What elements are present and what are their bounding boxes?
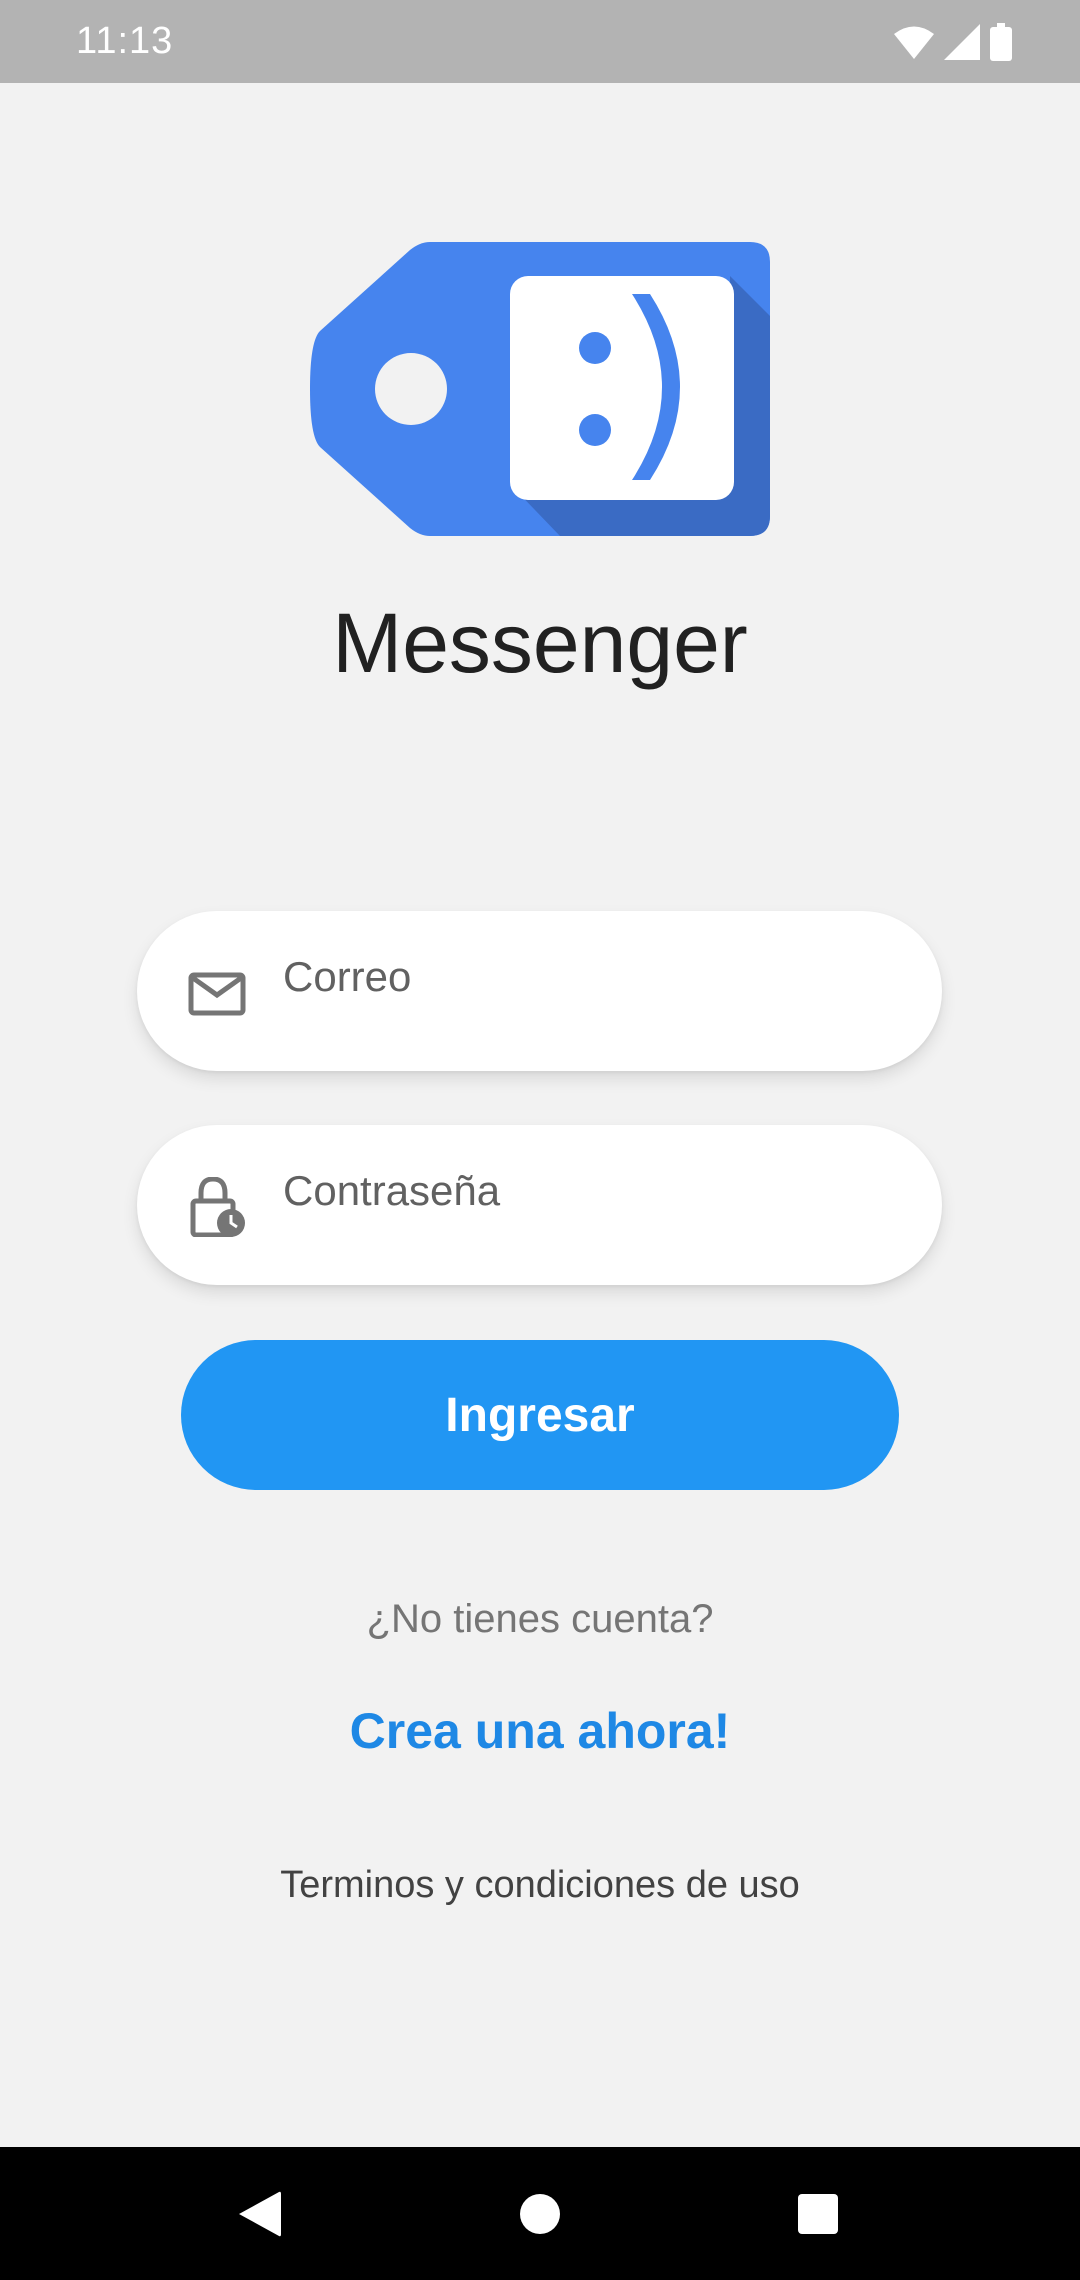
recents-button[interactable] [748, 2147, 888, 2280]
create-account-link[interactable]: Crea una ahora! [0, 1702, 1080, 1760]
password-field[interactable] [137, 1111, 942, 1285]
app-title: Messenger [332, 596, 748, 690]
no-account-text: ¿No tienes cuenta? [366, 1597, 714, 1641]
status-icons [894, 22, 1012, 62]
tag-smiley-logo [310, 242, 770, 536]
home-icon [520, 2193, 560, 2234]
email-input[interactable] [283, 897, 883, 1057]
status-time: 11:13 [76, 20, 174, 62]
recents-icon [798, 2193, 838, 2234]
password-input[interactable] [283, 1111, 883, 1271]
mail-icon [188, 972, 246, 1016]
home-button[interactable] [470, 2147, 610, 2280]
cell-signal-icon [944, 24, 980, 60]
back-button[interactable] [190, 2147, 330, 2280]
battery-icon [990, 23, 1012, 61]
login-button[interactable]: Ingresar [181, 1340, 899, 1490]
back-icon [239, 2191, 281, 2236]
navigation-bar [0, 2147, 1080, 2280]
status-bar: 11:13 [0, 0, 1080, 83]
wifi-icon [894, 26, 934, 59]
terms-link[interactable]: Terminos y condiciones de uso [0, 1864, 1080, 1907]
lock-clock-icon [190, 1177, 245, 1237]
email-field[interactable] [137, 897, 942, 1071]
